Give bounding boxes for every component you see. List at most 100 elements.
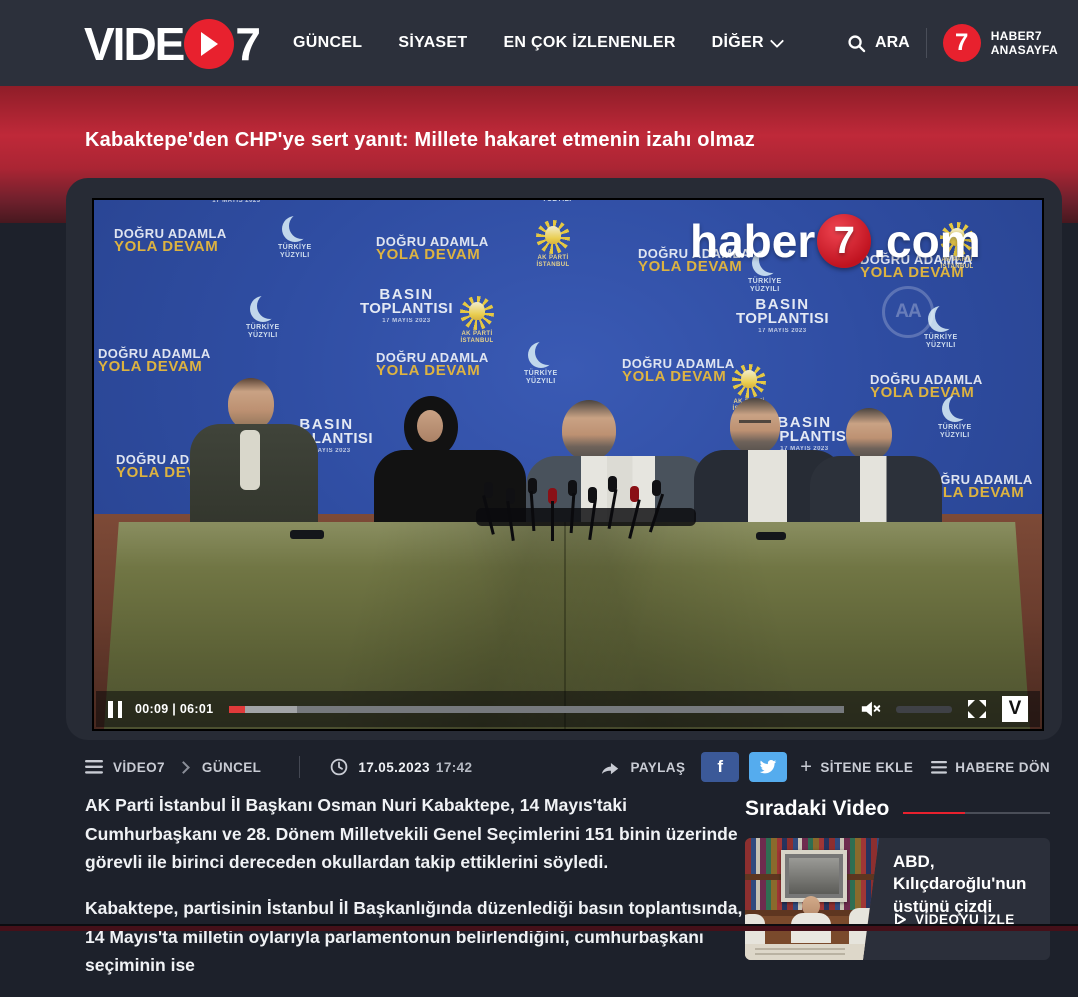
table-object	[290, 530, 324, 539]
aa-agency-watermark: AA	[882, 286, 934, 338]
top-navbar: VIDE 7 GÜNCEL SİYASET EN ÇOK İZLENENLER …	[0, 0, 1078, 86]
backdrop-crescent: TÜRKİYEYÜZYILI	[246, 296, 280, 340]
meta-right-actions: + SİTENE EKLE HABERE DÖN	[800, 757, 1050, 777]
backdrop-bulb: AK PARTİİSTANBUL	[460, 296, 494, 345]
twitter-bird-icon	[759, 759, 777, 775]
pause-button[interactable]	[108, 701, 122, 718]
list-icon	[931, 761, 947, 774]
logo-text-left: VIDE	[84, 17, 183, 71]
search-button[interactable]: ARA	[847, 34, 910, 53]
haber7-home-link[interactable]: 7 HABER7 ANASAYFA	[943, 24, 1058, 62]
haber7-badge-icon: 7	[943, 24, 981, 62]
publish-time: 17:42	[436, 760, 473, 775]
backdrop-basin: BASINTOPLANTISI17 MAYIS 2023	[360, 286, 453, 324]
watermark-text-right: .com	[873, 214, 980, 268]
play-circle-icon	[184, 19, 234, 69]
breadcrumb-video7[interactable]: VİDEO7	[113, 760, 165, 775]
backdrop-slogan: DOĞRU ADAMLAYOLA DEVAM	[376, 350, 489, 379]
breadcrumb-chevron-icon	[177, 761, 190, 774]
next-video-heading: Sıradaki Video	[745, 797, 889, 821]
share-group: PAYLAŞ f	[600, 752, 787, 782]
breadcrumb-guncel[interactable]: GÜNCEL	[202, 760, 261, 775]
backdrop-slogan: DOĞRU ADAMLAYOLA DEVAM	[98, 346, 211, 375]
article-body: AK Parti İstanbul İl Başkanı Osman Nuri …	[85, 791, 743, 997]
share-arrow-icon	[600, 759, 620, 776]
add-to-site-button[interactable]: + SİTENE EKLE	[800, 757, 913, 777]
share-label: PAYLAŞ	[630, 760, 685, 775]
menu-item-diger[interactable]: DİĞER	[712, 34, 782, 52]
next-video-thumbnail	[745, 838, 879, 960]
backdrop-basin: BASINTOPLANTISI17 MAYIS 2023	[736, 296, 829, 334]
time-display: 00:09 | 06:01	[135, 702, 213, 716]
player-brand-logo[interactable]: V	[1002, 696, 1028, 722]
publish-date: 17.05.2023	[358, 760, 430, 775]
facebook-share-button[interactable]: f	[701, 752, 739, 782]
backdrop-bulb: AK PARTİİSTANBUL	[536, 220, 570, 269]
backdrop-crescent: TÜRKİYEYÜZYILI	[540, 200, 574, 204]
heading-underline	[903, 812, 1050, 814]
search-label: ARA	[875, 34, 910, 52]
video-player[interactable]: BASINTOPLANTISI17 MAYIS 2023 TÜRKİYEYÜZYI…	[92, 198, 1044, 731]
volume-slider[interactable]	[896, 706, 952, 713]
navbar-divider	[926, 28, 927, 58]
fullscreen-button[interactable]	[966, 698, 988, 720]
menu-item-label: SİYASET	[398, 34, 467, 52]
home-label-line2: ANASAYFA	[991, 43, 1058, 57]
backdrop-crescent: TÜRKİYEYÜZYILI	[278, 216, 312, 260]
menu-item-label: GÜNCEL	[293, 34, 362, 52]
menu-item-encok-izlenenler[interactable]: EN ÇOK İZLENENLER	[503, 34, 675, 52]
mute-button[interactable]	[860, 699, 882, 719]
backdrop-crescent: TÜRKİYEYÜZYILI	[938, 396, 972, 440]
watermark-text-left: haber	[690, 214, 815, 268]
watermark-7-badge: 7	[817, 214, 871, 268]
video-container: BASINTOPLANTISI17 MAYIS 2023 TÜRKİYEYÜZYI…	[66, 178, 1062, 740]
plus-icon: +	[800, 757, 812, 777]
main-menu: GÜNCEL SİYASET EN ÇOK İZLENENLER DİĞER	[293, 0, 782, 86]
back-to-news-label: HABERE DÖN	[955, 760, 1050, 775]
haber7-home-label: HABER7 ANASAYFA	[991, 29, 1058, 58]
backdrop-slogan: DOĞRU ADAMLAYOLA DEVAM	[622, 356, 735, 385]
desk-papers	[745, 944, 879, 960]
twitter-share-button[interactable]	[749, 752, 787, 782]
clock-icon	[330, 758, 348, 776]
chevron-down-icon	[770, 34, 784, 48]
backdrop-slogan: DOĞRU ADAMLAYOLA DEVAM	[376, 234, 489, 263]
bottom-strip	[0, 924, 1078, 931]
video-frame: BASINTOPLANTISI17 MAYIS 2023 TÜRKİYEYÜZYI…	[94, 200, 1042, 729]
meta-bar: VİDEO7 GÜNCEL 17.05.2023 17:42 PAYLAŞ f …	[85, 751, 1050, 783]
home-label-line1: HABER7	[991, 29, 1058, 43]
microphones	[482, 460, 694, 526]
back-to-news-button[interactable]: HABERE DÖN	[931, 760, 1050, 775]
progress-played	[229, 706, 244, 713]
muted-speaker-icon	[860, 699, 882, 719]
add-to-site-label: SİTENE EKLE	[820, 760, 913, 775]
logo-text-right: 7	[235, 17, 259, 71]
backdrop-basin: BASINTOPLANTISI17 MAYIS 2023	[190, 200, 283, 204]
next-video-card[interactable]: ABD, Kılıçdaroğlu'nun üstünü çizdi VİDEO…	[745, 838, 1050, 960]
thumb-person-center	[791, 896, 831, 942]
page-title: Kabaktepe'den CHP'ye sert yanıt: Millete…	[85, 129, 755, 152]
menu-item-siyaset[interactable]: SİYASET	[398, 34, 467, 52]
time-current: 00:09	[135, 702, 168, 716]
article-paragraph: Kabaktepe, partisinin İstanbul İl Başkan…	[85, 894, 743, 980]
backdrop-slogan: DOĞRU ADAMLAYOLA DEVAM	[114, 226, 227, 255]
time-separator: |	[172, 702, 176, 716]
menu-item-label: EN ÇOK İZLENENLER	[503, 34, 675, 52]
fullscreen-icon	[966, 698, 988, 720]
navbar-right: ARA 7 HABER7 ANASAYFA	[847, 0, 1058, 86]
progress-bar[interactable]	[229, 706, 844, 713]
video7-logo[interactable]: VIDE 7	[84, 17, 259, 71]
menu-item-guncel[interactable]: GÜNCEL	[293, 34, 362, 52]
next-video-title[interactable]: ABD, Kılıçdaroğlu'nun üstünü çizdi	[893, 851, 1039, 918]
menu-item-label: DİĞER	[712, 34, 764, 52]
backdrop-crescent: TÜRKİYEYÜZYILI	[524, 342, 558, 386]
hamburger-icon[interactable]	[85, 760, 103, 774]
player-controls-bar: 00:09 | 06:01	[96, 691, 1040, 727]
article-paragraph: AK Parti İstanbul İl Başkanı Osman Nuri …	[85, 791, 743, 877]
search-icon	[847, 34, 866, 53]
table-object	[756, 532, 786, 540]
meta-divider	[299, 756, 300, 778]
framed-photo	[781, 850, 847, 902]
haber7-watermark: haber 7 .com	[690, 214, 981, 268]
time-duration: 06:01	[180, 702, 213, 716]
